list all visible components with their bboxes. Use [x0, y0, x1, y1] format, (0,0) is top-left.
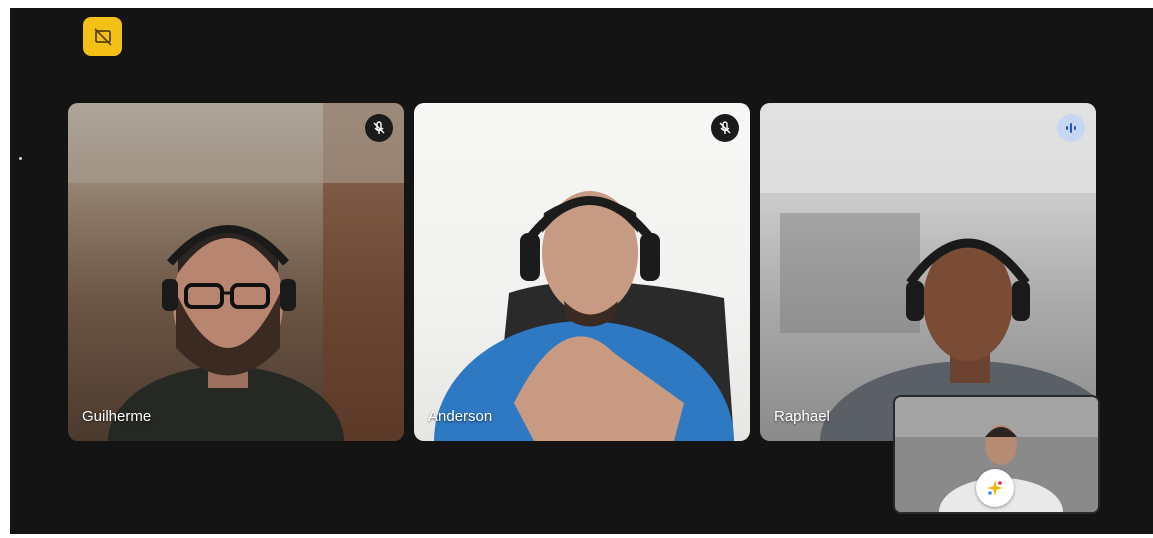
presentation-off-icon [93, 27, 112, 46]
meeting-stage: Guilherme Anderson Raphael [10, 8, 1153, 534]
participant-video-anderson [434, 191, 734, 441]
participant-video-raphael [760, 103, 1096, 441]
visual-effects-button[interactable] [976, 469, 1014, 507]
participant-name: Anderson [428, 408, 493, 425]
stage-marker [19, 157, 22, 160]
mic-muted-badge [365, 114, 393, 142]
participant-tile-guilherme[interactable]: Guilherme [68, 103, 404, 441]
participant-tile-anderson[interactable]: Anderson [414, 103, 750, 441]
participant-video-guilherme [68, 103, 404, 441]
mic-off-icon [719, 121, 731, 134]
mic-off-icon [373, 121, 385, 134]
participant-name: Guilherme [82, 408, 152, 425]
mic-muted-badge [711, 114, 739, 142]
speaking-indicator-badge [1057, 114, 1085, 142]
sparkle-effects-icon [987, 480, 1003, 496]
audio-wave-icon [1066, 123, 1076, 133]
participant-tile-raphael[interactable]: Raphael [760, 103, 1096, 441]
participant-name: Raphael [774, 408, 830, 425]
self-view-tile[interactable] [893, 395, 1100, 514]
presentation-toggle-button[interactable] [83, 17, 122, 56]
